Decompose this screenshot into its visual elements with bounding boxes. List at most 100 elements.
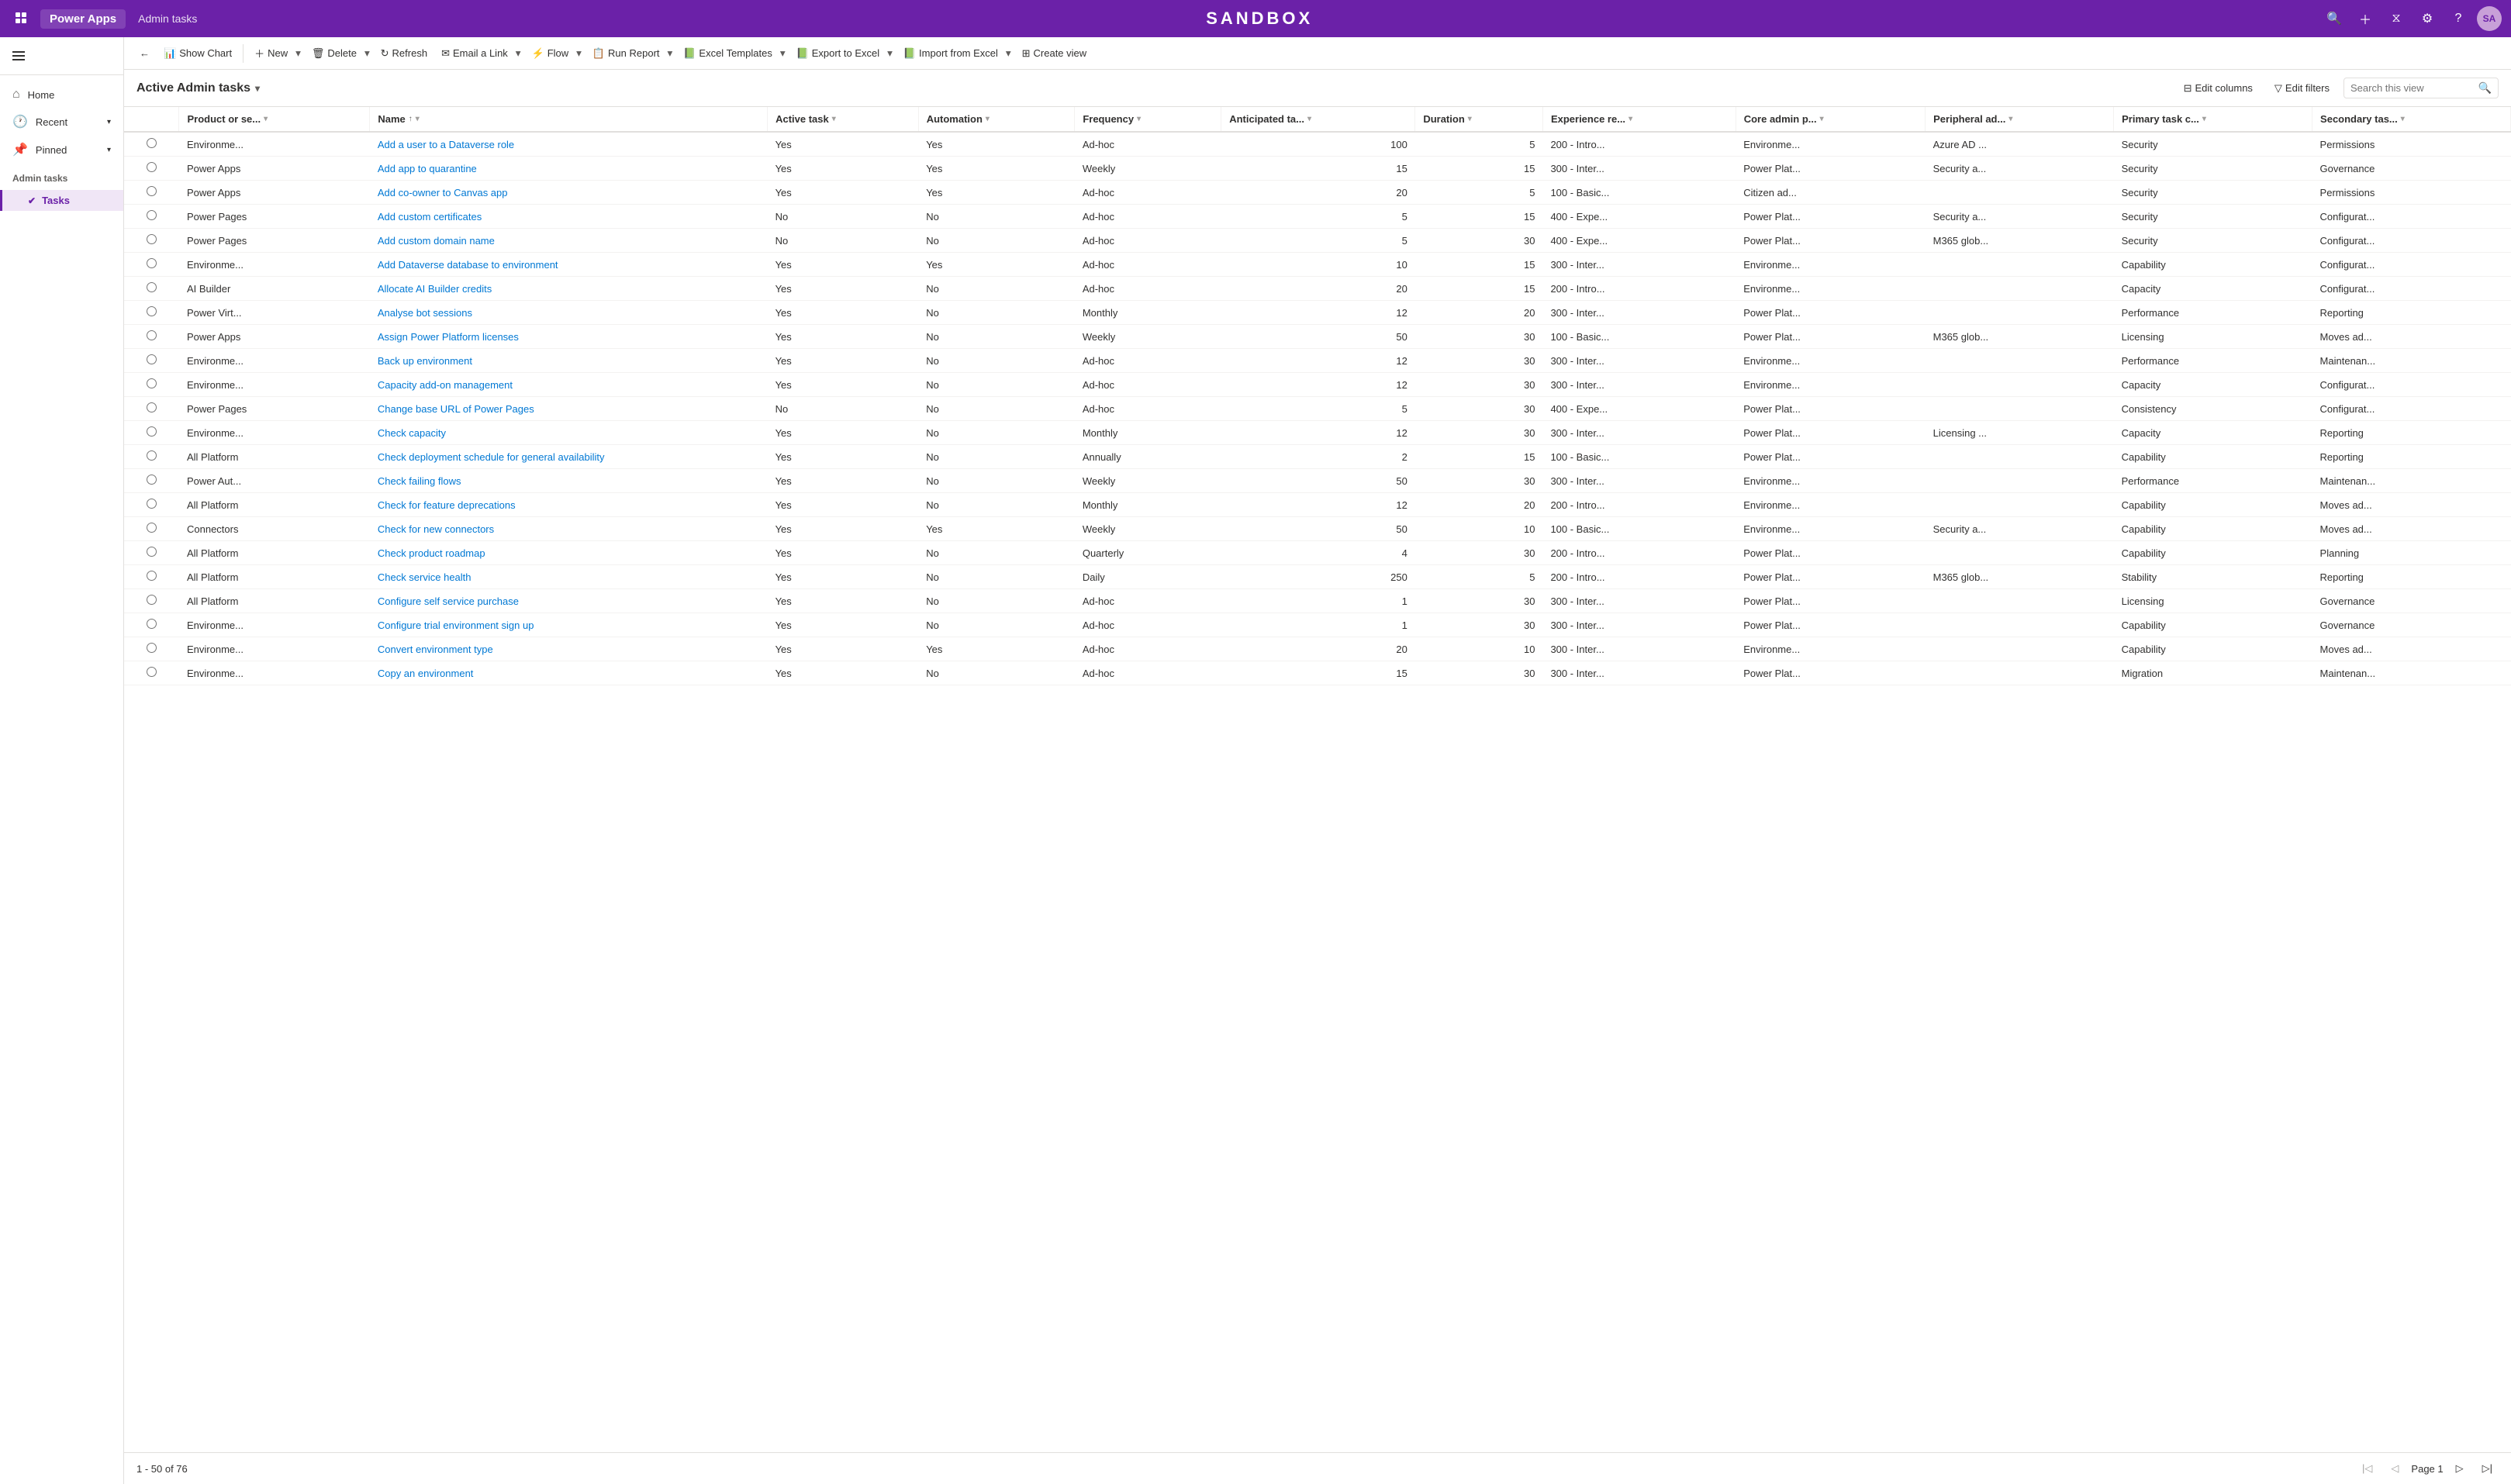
sidebar-item-recent[interactable]: 🕐 Recent ▾	[0, 108, 123, 136]
search-input[interactable]	[2350, 82, 2474, 94]
cell-name[interactable]: Add Dataverse database to environment	[370, 253, 768, 277]
row-select[interactable]	[124, 301, 179, 325]
cell-name[interactable]: Add a user to a Dataverse role	[370, 132, 768, 157]
next-page-button[interactable]: ▷	[2450, 1459, 2470, 1478]
table-row[interactable]: Power AppsAdd co-owner to Canvas appYesY…	[124, 181, 2511, 205]
col-primary-filter[interactable]: ▾	[2202, 115, 2206, 123]
col-header-primary[interactable]: Primary task c... ▾	[2114, 107, 2312, 132]
search-icon[interactable]: 🔍	[2322, 6, 2347, 31]
table-row[interactable]: Environme...Copy an environmentYesNoAd-h…	[124, 661, 2511, 685]
row-select[interactable]	[124, 205, 179, 229]
table-row[interactable]: Power Virt...Analyse bot sessionsYesNoMo…	[124, 301, 2511, 325]
cell-name[interactable]: Check service health	[370, 565, 768, 589]
row-select[interactable]	[124, 397, 179, 421]
cell-name[interactable]: Analyse bot sessions	[370, 301, 768, 325]
row-select[interactable]	[124, 445, 179, 469]
col-header-core[interactable]: Core admin p... ▾	[1736, 107, 1925, 132]
user-avatar[interactable]: SA	[2477, 6, 2502, 31]
table-row[interactable]: Environme...Add a user to a Dataverse ro…	[124, 132, 2511, 157]
import-dropdown-arrow[interactable]: ▾	[1003, 43, 1014, 64]
table-row[interactable]: All PlatformCheck for feature deprecatio…	[124, 493, 2511, 517]
col-product-filter[interactable]: ▾	[264, 115, 268, 123]
row-select[interactable]	[124, 157, 179, 181]
first-page-button[interactable]: |◁	[2356, 1459, 2378, 1478]
filter-icon[interactable]: ⧖	[2384, 6, 2409, 31]
table-row[interactable]: Power PagesAdd custom certificatesNoNoAd…	[124, 205, 2511, 229]
sidebar-sub-item-tasks[interactable]: ✔ Tasks	[0, 190, 123, 211]
cell-name[interactable]: Add co-owner to Canvas app	[370, 181, 768, 205]
row-select[interactable]	[124, 661, 179, 685]
cell-name[interactable]: Check capacity	[370, 421, 768, 445]
table-row[interactable]: Power Aut...Check failing flowsYesNoWeek…	[124, 469, 2511, 493]
table-row[interactable]: Environme...Capacity add-on managementYe…	[124, 373, 2511, 397]
new-button[interactable]: ＋ New	[248, 42, 291, 64]
col-header-secondary[interactable]: Secondary tas... ▾	[2312, 107, 2511, 132]
cell-name[interactable]: Add app to quarantine	[370, 157, 768, 181]
settings-icon[interactable]: ⚙	[2415, 6, 2440, 31]
email-link-button[interactable]: ✉ Email a Link	[435, 43, 511, 64]
col-name-sort[interactable]: ↑	[409, 115, 413, 123]
cell-name[interactable]: Check for new connectors	[370, 517, 768, 541]
row-select[interactable]	[124, 565, 179, 589]
table-row[interactable]: All PlatformConfigure self service purch…	[124, 589, 2511, 613]
table-row[interactable]: Power PagesAdd custom domain nameNoNoAd-…	[124, 229, 2511, 253]
app-name[interactable]: Power Apps	[40, 9, 126, 29]
row-select[interactable]	[124, 181, 179, 205]
run-report-button[interactable]: 📋 Run Report	[586, 43, 663, 64]
table-row[interactable]: All PlatformCheck product roadmapYesNoQu…	[124, 541, 2511, 565]
col-header-frequency[interactable]: Frequency ▾	[1075, 107, 1221, 132]
col-core-filter[interactable]: ▾	[1820, 115, 1824, 123]
help-icon[interactable]: ?	[2446, 6, 2471, 31]
col-peripheral-filter[interactable]: ▾	[2008, 115, 2012, 123]
row-select[interactable]	[124, 132, 179, 157]
cell-name[interactable]: Copy an environment	[370, 661, 768, 685]
sidebar-item-pinned[interactable]: 📌 Pinned ▾	[0, 136, 123, 164]
row-select[interactable]	[124, 517, 179, 541]
row-select[interactable]	[124, 637, 179, 661]
view-title-chevron[interactable]: ▾	[255, 83, 260, 94]
col-header-duration[interactable]: Duration ▾	[1415, 107, 1543, 132]
edit-columns-button[interactable]: ⊟ Edit columns	[2176, 78, 2261, 98]
table-row[interactable]: Environme...Add Dataverse database to en…	[124, 253, 2511, 277]
edit-filters-button[interactable]: ▽ Edit filters	[2267, 78, 2337, 98]
table-row[interactable]: Power AppsAdd app to quarantineYesYesWee…	[124, 157, 2511, 181]
back-button[interactable]: ←	[133, 43, 156, 63]
table-row[interactable]: Environme...Back up environmentYesNoAd-h…	[124, 349, 2511, 373]
col-duration-filter[interactable]: ▾	[1468, 115, 1472, 123]
cell-name[interactable]: Check product roadmap	[370, 541, 768, 565]
export-excel-button[interactable]: 📗 Export to Excel	[790, 43, 883, 64]
cell-name[interactable]: Change base URL of Power Pages	[370, 397, 768, 421]
last-page-button[interactable]: ▷|	[2476, 1459, 2499, 1478]
table-row[interactable]: Power PagesChange base URL of Power Page…	[124, 397, 2511, 421]
row-select[interactable]	[124, 373, 179, 397]
row-select[interactable]	[124, 349, 179, 373]
add-icon[interactable]: ＋	[2353, 6, 2378, 31]
row-select[interactable]	[124, 325, 179, 349]
col-secondary-filter[interactable]: ▾	[2401, 115, 2405, 123]
cell-name[interactable]: Capacity add-on management	[370, 373, 768, 397]
cell-name[interactable]: Add custom domain name	[370, 229, 768, 253]
refresh-button[interactable]: ↻ Refresh	[375, 43, 433, 64]
row-select[interactable]	[124, 469, 179, 493]
export-dropdown-arrow[interactable]: ▾	[884, 43, 896, 64]
apps-grid-icon[interactable]	[9, 6, 34, 31]
cell-name[interactable]: Assign Power Platform licenses	[370, 325, 768, 349]
col-header-product[interactable]: Product or se... ▾	[179, 107, 370, 132]
table-row[interactable]: Environme...Check capacityYesNoMonthly12…	[124, 421, 2511, 445]
row-select[interactable]	[124, 229, 179, 253]
show-chart-button[interactable]: 📊 Show Chart	[157, 43, 238, 64]
prev-page-button[interactable]: ◁	[2385, 1459, 2405, 1478]
col-frequency-filter[interactable]: ▾	[1137, 115, 1141, 123]
cell-name[interactable]: Allocate AI Builder credits	[370, 277, 768, 301]
table-row[interactable]: ConnectorsCheck for new connectorsYesYes…	[124, 517, 2511, 541]
cell-name[interactable]: Convert environment type	[370, 637, 768, 661]
flow-button[interactable]: ⚡ Flow	[526, 43, 572, 64]
table-row[interactable]: All PlatformCheck deployment schedule fo…	[124, 445, 2511, 469]
create-view-button[interactable]: ⊞ Create view	[1016, 43, 1093, 64]
col-active-filter[interactable]: ▾	[832, 115, 836, 123]
sidebar-item-home[interactable]: ⌂ Home	[0, 81, 123, 108]
row-select[interactable]	[124, 421, 179, 445]
cell-name[interactable]: Configure trial environment sign up	[370, 613, 768, 637]
col-automation-filter[interactable]: ▾	[986, 115, 990, 123]
table-row[interactable]: Environme...Configure trial environment …	[124, 613, 2511, 637]
